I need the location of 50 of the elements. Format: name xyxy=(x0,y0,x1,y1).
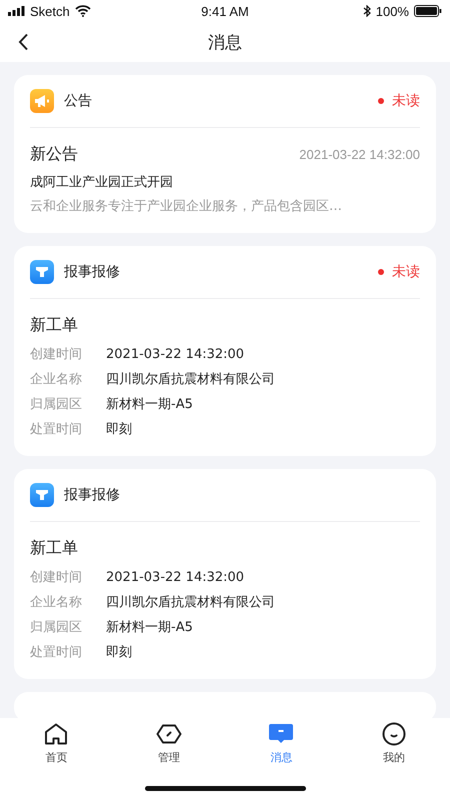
field-value: 2021-03-22 14:32:00 xyxy=(106,569,244,587)
field-label: 企业名称 xyxy=(30,371,83,389)
signal-icon xyxy=(8,6,25,16)
message-title: 新工单 xyxy=(30,315,78,336)
carrier-name: Sketch xyxy=(30,4,70,18)
field-label: 创建时间 xyxy=(30,346,83,364)
notice-headline: 成阿工业产业园正式开园 xyxy=(30,174,174,191)
battery-percent: 100% xyxy=(376,4,409,18)
message-date: 2021-03-22 14:32:00 xyxy=(299,147,420,162)
page-title: 消息 xyxy=(208,32,242,54)
unread-label: 未读 xyxy=(392,92,420,110)
tab-item[interactable]: 消息 xyxy=(225,722,338,765)
field-label: 处置时间 xyxy=(30,421,83,439)
chat-icon xyxy=(268,722,294,746)
category-label: 报事报修 xyxy=(64,486,121,504)
compass-icon xyxy=(156,722,182,746)
bluetooth-icon xyxy=(362,5,371,17)
megaphone-icon xyxy=(30,89,54,113)
smile-icon xyxy=(382,722,406,746)
category-label: 报事报修 xyxy=(64,263,121,281)
field-label: 处置时间 xyxy=(30,644,83,662)
field-value: 2021-03-22 14:32:00 xyxy=(106,346,244,364)
field-label: 企业名称 xyxy=(30,594,83,612)
tab-item[interactable]: 我的 xyxy=(338,722,450,765)
repair-icon xyxy=(30,483,54,507)
message-title: 新工单 xyxy=(30,538,78,559)
message-card[interactable]: 报事报修 新工单 创建时间 2021-03-22 14:32:00 企业名称 四川凯尔盾抗震材料有限公司 归属园区 新材料一期-A5 处置时间 即刻 xyxy=(14,469,436,679)
back-icon xyxy=(18,33,29,51)
category-label: 公告 xyxy=(64,92,93,110)
field-label: 归属园区 xyxy=(30,396,83,414)
tab-item[interactable]: 首页 xyxy=(0,722,112,765)
field-label: 创建时间 xyxy=(30,569,83,587)
field-value: 即刻 xyxy=(106,421,132,439)
repair-icon xyxy=(30,260,54,284)
battery-icon xyxy=(414,5,442,17)
field-value: 四川凯尔盾抗震材料有限公司 xyxy=(106,371,275,389)
field-value: 新材料一期-A5 xyxy=(106,396,193,414)
field-value: 新材料一期-A5 xyxy=(106,619,193,637)
home-icon xyxy=(44,722,68,746)
field-value: 四川凯尔盾抗震材料有限公司 xyxy=(106,594,275,612)
message-card[interactable]: 公告 未读 新公告 2021-03-22 14:32:00 成阿工业产业园正式开园 云和企业服务专注于产业园企业服务，产品包含园区… xyxy=(14,75,436,233)
field-value: 即刻 xyxy=(106,644,132,662)
status-time: 9:41 AM xyxy=(201,4,249,18)
wifi-icon xyxy=(74,5,91,17)
message-card[interactable]: 报事报修 未读 新工单 创建时间 2021-03-22 14:32:00 企业名称 四川凯尔盾抗震材料有限公司 归属园区 新材料一期-A5 处置时间 即刻 xyxy=(14,246,436,456)
field-label: 归属园区 xyxy=(30,619,83,637)
unread-label: 未读 xyxy=(392,263,420,281)
notice-excerpt: 云和企业服务专注于产业园企业服务，产品包含园区… xyxy=(30,198,343,215)
message-title: 新公告 xyxy=(30,144,78,165)
tab-item[interactable]: 管理 xyxy=(112,722,225,765)
